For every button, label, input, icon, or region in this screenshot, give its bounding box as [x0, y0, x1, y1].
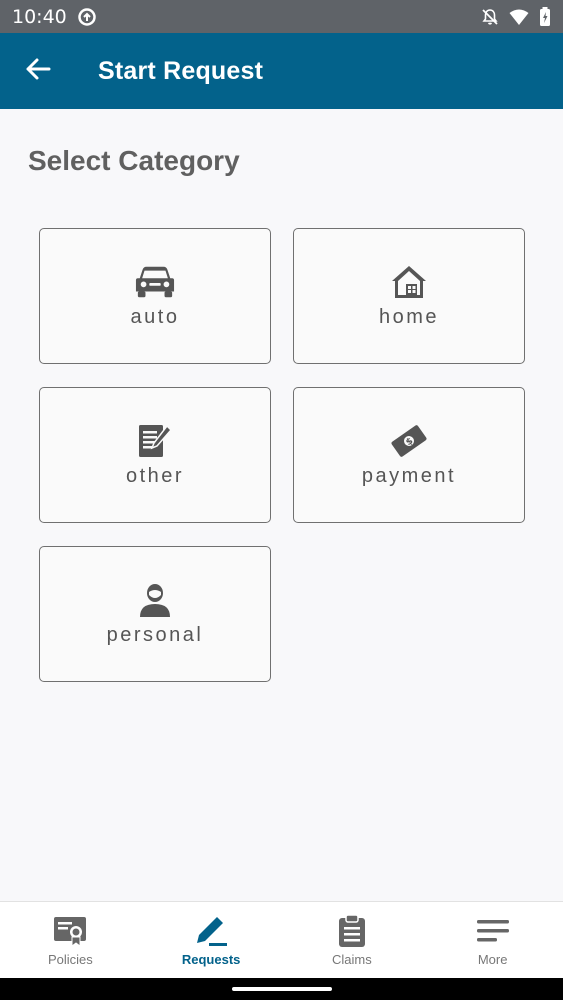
category-label: other [125, 464, 185, 487]
category-card-home[interactable]: home [293, 228, 525, 364]
category-label: payment [361, 464, 457, 487]
notifications-off-icon [481, 8, 499, 26]
nav-label: Requests [181, 952, 241, 967]
certificate-icon [53, 914, 87, 948]
nav-label: Claims [332, 952, 372, 967]
nav-item-policies[interactable]: Policies [0, 902, 141, 978]
app-bar: Start Request [0, 33, 563, 109]
bottom-navigation: Policies Requests Claims More [0, 901, 563, 978]
nav-item-requests[interactable]: Requests [141, 902, 282, 978]
document-edit-icon [135, 423, 175, 459]
category-card-payment[interactable]: $ payment [293, 387, 525, 523]
arrow-back-icon [25, 57, 51, 86]
system-gesture-bar [0, 978, 563, 1000]
car-icon [135, 264, 175, 300]
house-icon [389, 264, 429, 300]
battery-icon [539, 6, 551, 27]
category-card-auto[interactable]: auto [39, 228, 271, 364]
category-card-other[interactable]: other [39, 387, 271, 523]
back-button[interactable] [0, 33, 76, 109]
nav-label: More [477, 952, 508, 967]
category-label: home [378, 305, 440, 328]
category-label: auto [130, 305, 180, 328]
home-gesture-handle[interactable] [232, 987, 332, 991]
menu-lines-icon [476, 914, 510, 948]
status-time: 10:40 [12, 5, 67, 28]
data-saver-icon [77, 7, 97, 27]
wifi-icon [509, 8, 529, 26]
nav-item-claims[interactable]: Claims [282, 902, 423, 978]
clipboard-icon [338, 914, 366, 948]
money-icon: $ [389, 423, 429, 459]
person-icon [135, 582, 175, 618]
nav-label: Policies [47, 952, 93, 967]
page-title: Start Request [98, 56, 264, 85]
pen-icon [193, 914, 229, 948]
category-label: personal [106, 623, 204, 646]
nav-item-more[interactable]: More [422, 902, 563, 978]
category-card-personal[interactable]: personal [39, 546, 271, 682]
status-bar: 10:40 [0, 0, 563, 33]
section-title: Select Category [28, 145, 240, 176]
main-content: Select Category auto home other $ paymen… [0, 109, 563, 901]
